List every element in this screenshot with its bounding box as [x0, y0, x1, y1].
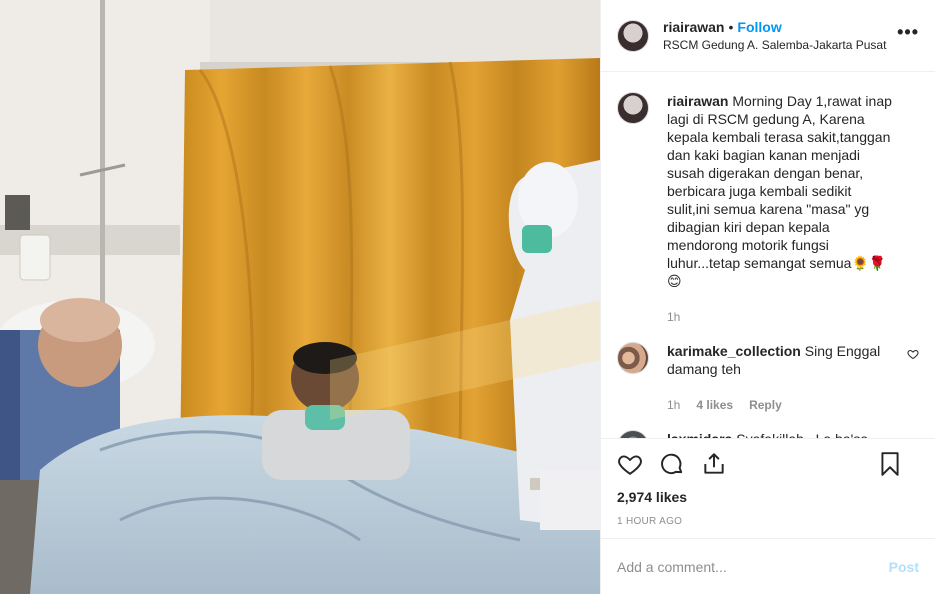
add-comment-bar: Post	[601, 538, 935, 594]
post-photo[interactable]	[0, 0, 600, 594]
post-viewer: riairawan • Follow RSCM Gedung A. Salemb…	[0, 0, 935, 594]
hospital-photo	[0, 0, 600, 594]
comments-list[interactable]: riairawan Morning Day 1,rawat inap lagi …	[601, 72, 935, 439]
caption-body: riairawan Morning Day 1,rawat inap lagi …	[667, 92, 895, 326]
comment-meta: 1h 4 likes Reply	[667, 396, 895, 414]
caption: riairawan Morning Day 1,rawat inap lagi …	[617, 92, 919, 326]
post-button[interactable]: Post	[889, 559, 919, 575]
header-text: riairawan • Follow RSCM Gedung A. Salemb…	[663, 18, 886, 54]
share-icon[interactable]	[701, 451, 727, 477]
list-item: laxmidara Syafakillah.. La ba'sa Thohuru…	[617, 430, 919, 438]
post-sidebar: riairawan • Follow RSCM Gedung A. Salemb…	[600, 0, 935, 594]
caption-username[interactable]: riairawan	[667, 93, 728, 109]
avatar[interactable]	[617, 342, 649, 374]
comment-time[interactable]: 1h	[667, 396, 680, 414]
comment-body: karimake_collection Sing Enggal damang t…	[667, 342, 895, 414]
comment-likes[interactable]: 4 likes	[696, 396, 733, 414]
reply-button[interactable]: Reply	[749, 396, 782, 414]
more-options-icon[interactable]: •••	[897, 22, 919, 43]
heart-icon[interactable]	[617, 451, 643, 477]
caption-meta: 1h	[667, 308, 895, 326]
caption-time[interactable]: 1h	[667, 308, 680, 326]
header-top: riairawan • Follow	[663, 18, 886, 36]
avatar[interactable]	[617, 430, 649, 438]
comment-icon[interactable]	[659, 451, 685, 477]
bookmark-icon[interactable]	[877, 451, 903, 477]
separator-dot: •	[728, 18, 734, 35]
comment-username[interactable]: karimake_collection	[667, 343, 801, 359]
avatar[interactable]	[617, 19, 649, 52]
comment-body: laxmidara Syafakillah.. La ba'sa Thohuru…	[667, 430, 895, 438]
comment-input[interactable]	[617, 558, 889, 575]
post-location[interactable]: RSCM Gedung A. Salemba-Jakarta Pusat	[663, 36, 886, 54]
heart-icon[interactable]	[907, 348, 919, 360]
action-bar	[601, 439, 935, 489]
follow-button[interactable]: Follow	[737, 18, 781, 36]
likes-count[interactable]: 2,974 likes	[601, 489, 935, 507]
post-timestamp[interactable]: 1 HOUR AGO	[601, 507, 935, 537]
list-item: karimake_collection Sing Enggal damang t…	[617, 342, 919, 414]
post-username[interactable]: riairawan	[663, 18, 724, 36]
comment-username[interactable]: laxmidara	[667, 431, 732, 438]
avatar[interactable]	[617, 92, 649, 124]
post-header: riairawan • Follow RSCM Gedung A. Salemb…	[601, 0, 935, 72]
caption-text: Morning Day 1,rawat inap lagi di RSCM ge…	[667, 93, 892, 289]
